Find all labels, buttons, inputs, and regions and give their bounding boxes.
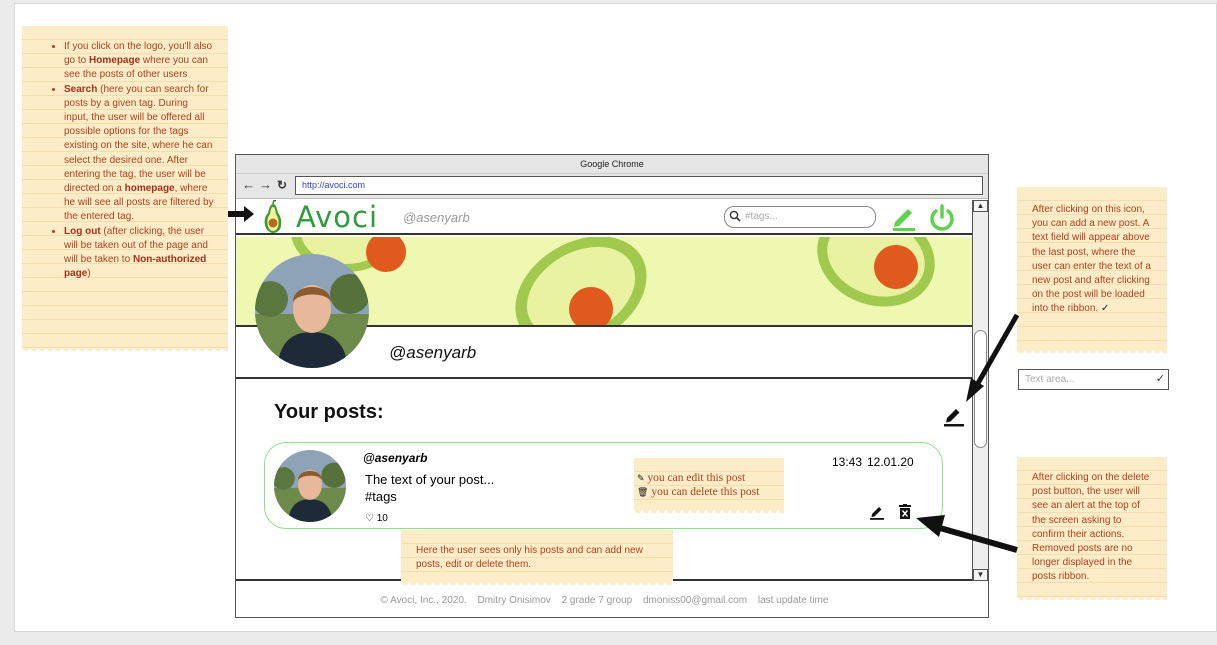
search-input[interactable]: #tags... — [724, 206, 876, 228]
footer-update: last update time — [757, 595, 829, 606]
profile-avatar — [255, 254, 369, 368]
tip-delete-icon: 🗑 — [637, 487, 649, 497]
logo-text[interactable]: Avoci — [296, 200, 378, 234]
post-date: 12.01.20 — [867, 455, 914, 469]
new-post-textarea[interactable]: Text area... ✓ — [1018, 369, 1169, 390]
post-time: 13:43 — [832, 455, 863, 469]
scroll-up-arrow-icon[interactable]: ▲ — [973, 200, 988, 212]
post-card: @asenyarb The text of your post... #tags… — [264, 442, 943, 529]
post-avatar — [274, 450, 346, 522]
scroll-down-arrow-icon[interactable]: ▼ — [973, 569, 988, 581]
scrollbar[interactable]: ▲ ▼ — [972, 200, 988, 581]
footer-email[interactable]: dmoniss00@gmail.com — [643, 595, 747, 606]
submit-check-icon[interactable]: ✓ — [1156, 370, 1165, 389]
note-left-item-logout: Log out (after clicking, the user will b… — [64, 225, 214, 282]
post-text: The text of your post... — [365, 472, 495, 487]
add-post-pencil-icon[interactable] — [890, 203, 918, 231]
note-left-item-logo: If you click on the logo, you'll also go… — [64, 40, 214, 83]
delete-post-icon[interactable] — [898, 504, 912, 520]
note-your-posts: Here the user sees only his posts and ca… — [401, 530, 673, 587]
profile-username: @asenyarb — [389, 343, 477, 362]
post-username[interactable]: @asenyarb — [363, 451, 427, 465]
note-left: If you click on the logo, you'll also go… — [22, 26, 228, 353]
note-left-item-search: Search (here you can search for posts by… — [64, 83, 214, 225]
logout-power-icon[interactable] — [928, 203, 956, 231]
posts-title: Your posts: — [274, 401, 384, 423]
window-title: Google Chrome — [236, 155, 988, 174]
tip-delete-row: 🗑 you can delete this post — [637, 486, 760, 498]
header-username: @asenyarb — [403, 210, 470, 225]
post-tags[interactable]: #tags — [365, 489, 397, 504]
browser-navbar: ← → ↻ http://avoci.com — [236, 174, 988, 199]
add-post-marker-icon — [944, 409, 964, 427]
avocado-logo-icon[interactable] — [262, 200, 284, 234]
post-actions-tip: ✎ you can edit this post 🗑 you can delet… — [634, 458, 784, 515]
check-icon: ✓ — [1100, 303, 1110, 315]
edit-post-icon[interactable] — [869, 504, 885, 520]
heart-icon[interactable]: ♡ — [365, 513, 374, 524]
scrollbar-thumb[interactable] — [974, 330, 987, 448]
tip-edit-row: ✎ you can edit this post — [637, 472, 746, 484]
footer-group: 2 grade 7 group — [561, 595, 633, 606]
address-bar[interactable]: http://avoci.com — [295, 176, 983, 195]
app-header: Avoci @asenyarb #tags... — [236, 200, 973, 235]
forward-arrow-icon[interactable]: → — [259, 177, 272, 192]
reload-icon[interactable]: ↻ — [277, 178, 287, 192]
footer-author: Dmitry Onisimov — [477, 595, 551, 606]
note-add-post: After clicking on this icon, you can add… — [1017, 187, 1167, 355]
search-icon — [729, 208, 741, 228]
post-likes[interactable]: ♡ 10 — [365, 513, 388, 524]
footer: © Avoci, Inc., 2020. Dmitry Onisimov 2 g… — [236, 595, 973, 606]
tip-edit-icon: ✎ — [637, 473, 645, 483]
back-arrow-icon[interactable]: ← — [242, 177, 255, 192]
note-delete-post: After clicking on the delete post button… — [1017, 457, 1167, 602]
footer-copyright: © Avoci, Inc., 2020. — [380, 595, 467, 606]
